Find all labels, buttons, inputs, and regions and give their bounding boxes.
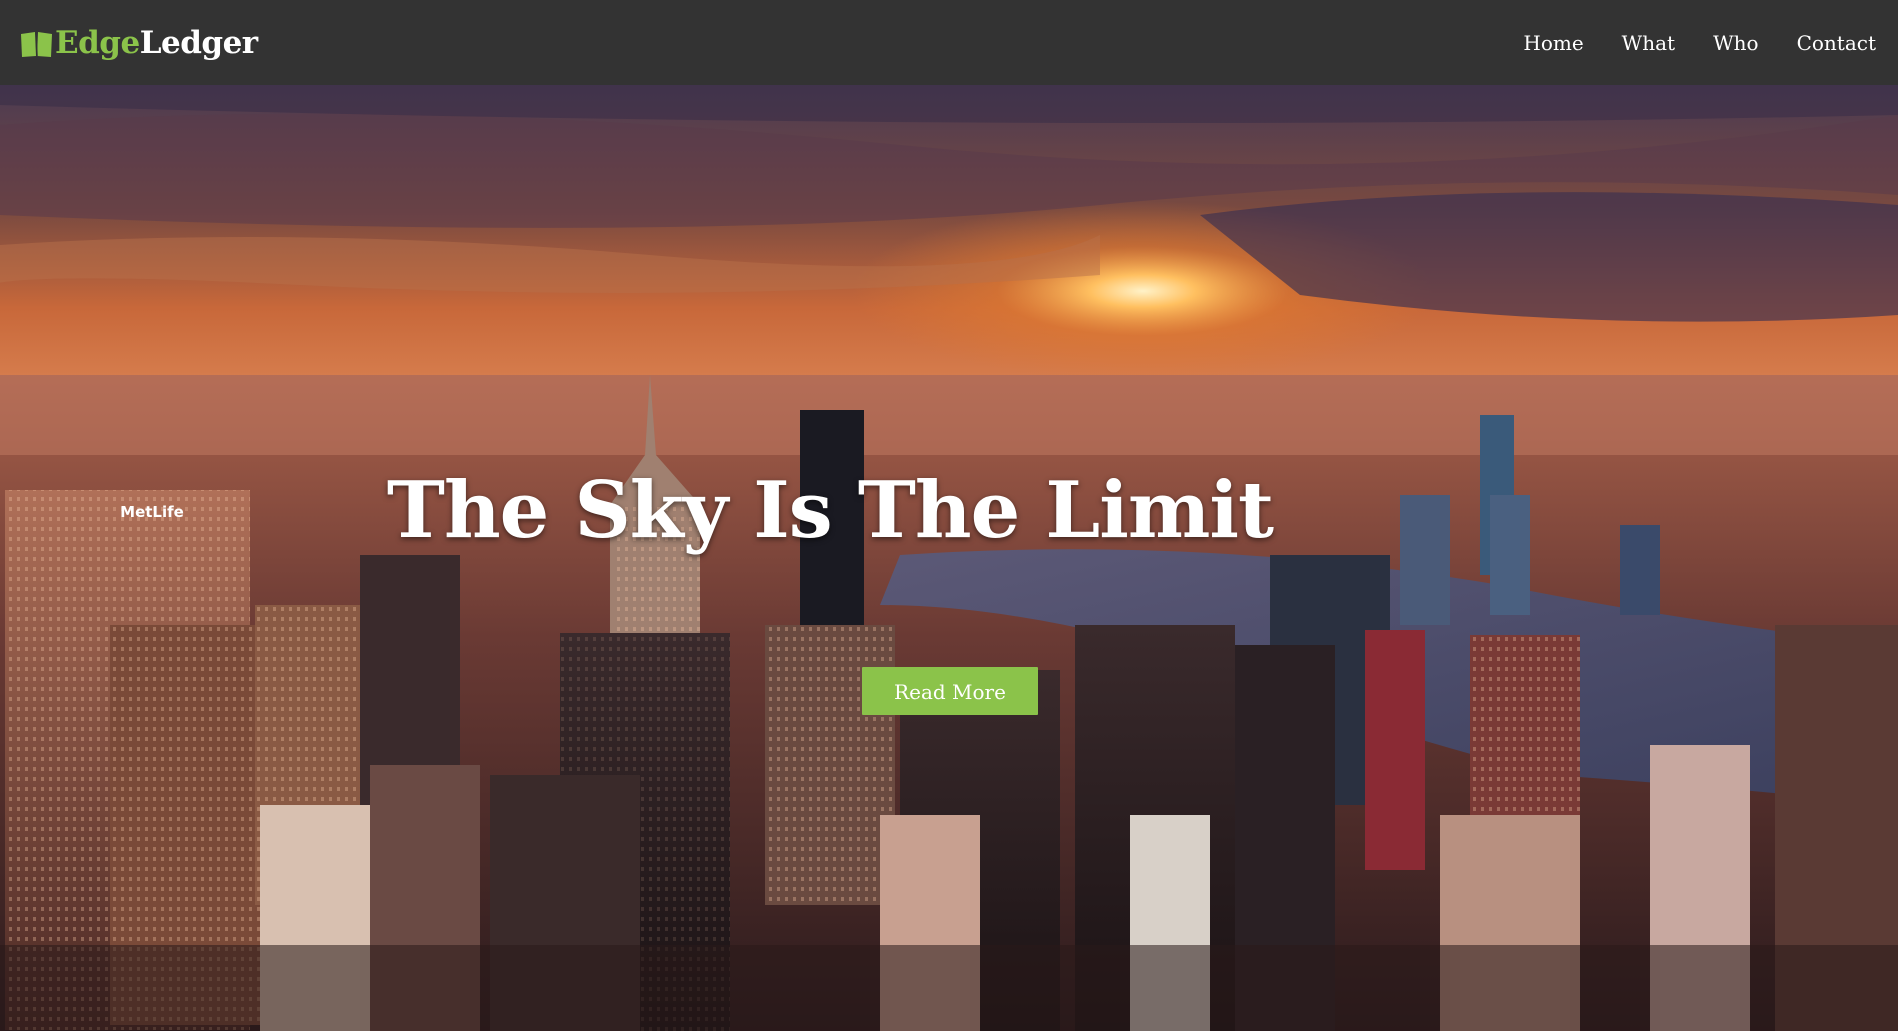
nav-link-home[interactable]: Home bbox=[1504, 33, 1602, 53]
nav-menu: Home What Who Contact bbox=[1504, 33, 1876, 53]
hero-title: The Sky Is The Limit bbox=[386, 465, 1274, 556]
brand-name-suffix: Ledger bbox=[139, 25, 258, 61]
brand-name-prefix: Edge bbox=[55, 25, 140, 61]
nav-link-who[interactable]: Who bbox=[1694, 33, 1777, 53]
nav-link-contact[interactable]: Contact bbox=[1778, 33, 1876, 53]
hero-section: MetLife The Sky Is The Limit Read More bbox=[0, 85, 1898, 1031]
read-more-button[interactable]: Read More bbox=[862, 667, 1038, 715]
hero-background-image: MetLife bbox=[0, 85, 1898, 1031]
brand-logo-link[interactable]: Edge Ledger bbox=[20, 28, 258, 59]
nav-link-what[interactable]: What bbox=[1603, 33, 1694, 53]
top-navbar: Edge Ledger Home What Who Contact bbox=[0, 0, 1898, 85]
open-book-icon bbox=[20, 30, 54, 58]
